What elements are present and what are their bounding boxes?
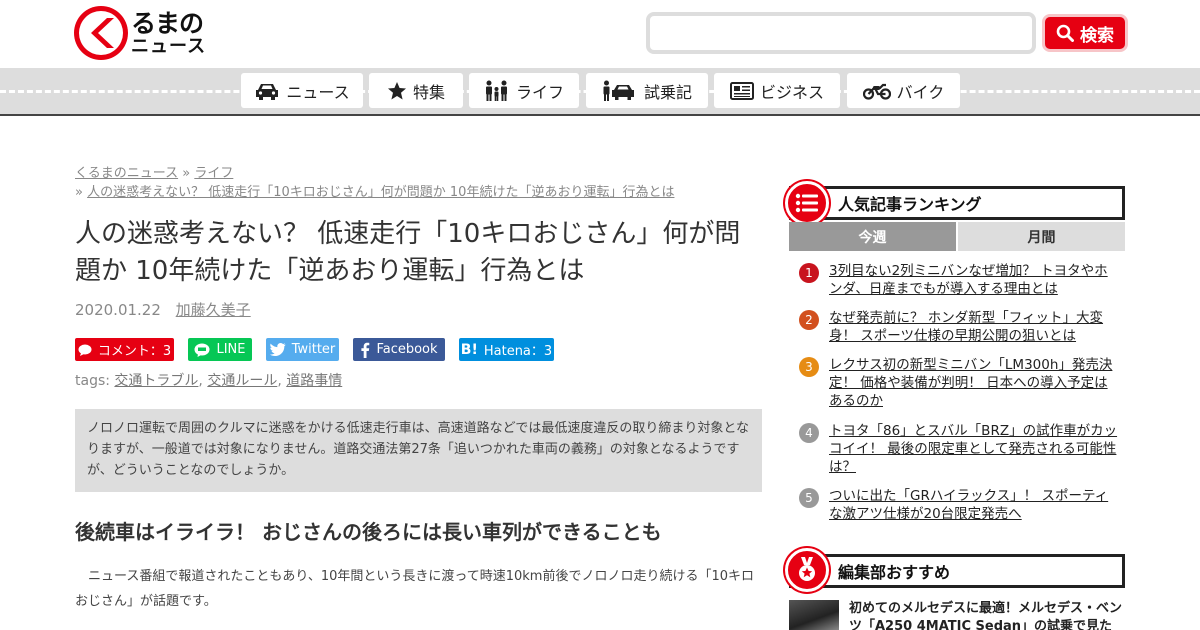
ranking-tabs: 今週 月間 [789,222,1125,251]
comment-button[interactable]: コメント：3 [75,338,174,361]
breadcrumb-separator-2: » [75,185,88,200]
line-icon [194,343,210,357]
hatena-icon: B! [460,341,478,358]
tag-link[interactable]: 交通ルール [207,373,277,389]
recommend-thumbnail[interactable] [789,600,839,630]
ranking-title: 人気記事ランキング [838,195,982,214]
search-box [646,12,1036,54]
article-body-paragraph: ニュース番組で報道されたこともあり、10年間という長きに渡って時速10km前後で… [75,569,754,609]
hatena-share-button[interactable]: B! Hatena：3 [459,338,554,361]
search-button[interactable]: 検索 [1042,14,1128,52]
article-date: 2020.01.22 [75,301,161,319]
logo-text-line1: るまの [131,8,204,38]
ranking-item[interactable]: 2 なぜ発売前に？ ホンダ新型「フィット」大変身！ スポーツ仕様の早期公開の狙い… [799,309,1125,345]
nav-item-bike[interactable]: バイク [847,73,960,108]
nav-label-testdrive: 試乗記 [643,82,692,102]
ranking-link[interactable]: レクサス初の新型ミニバン「LM300h」発売決定！ 価格や装備が判明！ 日本への… [829,356,1119,410]
article-meta: 2020.01.22 加藤久美子 [75,299,251,320]
hatena-share-label: Hatena：3 [483,344,553,359]
nav-label-business: ビジネス [759,82,824,102]
nav-item-testdrive[interactable]: 試乗記 [586,73,708,108]
rank-number: 4 [799,423,819,443]
nav-item-business[interactable]: ビジネス [714,73,840,108]
rank-number: 5 [799,488,819,508]
ranking-item[interactable]: 5 ついに出た「GRハイラックス」！ スポーティな激アツ仕様が20台限定発売へ [799,487,1125,523]
nav-label-life: ライフ [515,82,564,102]
main-nav: ニュース 特集 ライフ 試乗記 ビジネス バイク [0,68,1200,116]
site-header: るまの ニュース 検索 [0,0,1200,68]
facebook-share-label: Facebook [376,342,438,357]
site-logo[interactable]: るまの ニュース [74,6,206,60]
nav-label-news: ニュース [286,82,350,102]
section-heading: 後続車はイライラ！ おじさんの後ろには長い車列ができることも [75,520,662,544]
search-input[interactable] [650,16,1032,50]
twitter-bird-icon [269,343,286,356]
article-lead: ノロノロ運転で周囲のクルマに迷惑をかける低速走行車は、高速道路などでは最低速度違… [75,409,762,492]
breadcrumb: くるまのニュース » ライフ » 人の迷惑考えない？ 低速走行「10キロおじさん… [75,164,765,202]
nav-item-feature[interactable]: 特集 [369,73,463,108]
rank-number: 3 [799,357,819,377]
tag-link[interactable]: 交通トラブル [114,373,198,389]
list-icon [785,181,829,225]
breadcrumb-category[interactable]: ライフ [194,166,233,181]
recommend-title: 編集部おすすめ [838,563,951,582]
motorcycle-icon [862,83,891,100]
article-author[interactable]: 加藤久美子 [176,301,251,319]
logo-text-line2: ニュース [131,35,207,57]
recommend-link[interactable]: 初めてのメルセデスに最適！メルセデス・ベンツ「A250 4MATIC Sedan… [849,600,1125,630]
nav-item-news[interactable]: ニュース [241,73,363,108]
ranking-item[interactable]: 3 レクサス初の新型ミニバン「LM300h」発売決定！ 価格や装備が判明！ 日本… [799,356,1125,410]
tag-link[interactable]: 道路事情 [286,373,342,389]
speech-bubble-icon [78,344,92,356]
search-icon [1056,24,1074,42]
recommend-header: 編集部おすすめ [789,554,1125,588]
person-car-icon [603,80,634,101]
ranking-item[interactable]: 1 3列目ない2列ミニバンなぜ増加？ トヨタやホンダ、日産までもが導入する理由と… [799,262,1125,298]
twitter-share-button[interactable]: Twitter [266,338,339,361]
recommend-item[interactable]: 初めてのメルセデスに最適！メルセデス・ベンツ「A250 4MATIC Sedan… [789,600,1125,630]
rank-number: 1 [799,263,819,283]
article-title: 人の迷惑考えない？ 低速走行「10キロおじさん」何が問題か 10年続けた「逆あお… [75,219,741,286]
newspaper-icon [729,81,754,100]
ranking-link[interactable]: トヨタ「86」とスバル「BRZ」の試作車がカッコイイ！ 最後の限定車として発売さ… [829,422,1119,476]
comment-button-label: コメント：3 [97,344,172,359]
ranking-item[interactable]: 4 トヨタ「86」とスバル「BRZ」の試作車がカッコイイ！ 最後の限定車として発… [799,422,1125,476]
breadcrumb-home[interactable]: くるまのニュース [75,166,178,181]
medal-icon [785,548,829,592]
twitter-share-label: Twitter [291,342,336,357]
line-share-button[interactable]: LINE [188,338,252,361]
line-share-label: LINE [216,342,246,357]
nav-item-life[interactable]: ライフ [469,73,579,108]
tags-label: tags: [75,373,110,389]
star-icon [387,81,406,99]
facebook-share-button[interactable]: Facebook [353,338,445,361]
ranking-link[interactable]: ついに出た「GRハイラックス」！ スポーティな激アツ仕様が20台限定発売へ [829,487,1119,523]
ranking-link[interactable]: なぜ発売前に？ ホンダ新型「フィット」大変身！ スポーツ仕様の早期公開の狙いとは [829,309,1119,345]
tab-monthly[interactable]: 月間 [958,222,1125,251]
ranking-header: 人気記事ランキング [789,186,1125,220]
tab-weekly[interactable]: 今週 [789,222,956,251]
logo-mark [74,6,128,60]
nav-label-bike: バイク [896,82,945,102]
facebook-icon [361,342,370,358]
rank-number: 2 [799,310,819,330]
article-tags: tags: 交通トラブル, 交通ルール, 道路事情 [75,373,343,389]
search-button-label: 検索 [1080,25,1114,46]
ranking-link[interactable]: 3列目ない2列ミニバンなぜ増加？ トヨタやホンダ、日産までもが導入する理由とは [829,262,1119,298]
breadcrumb-current[interactable]: 人の迷惑考えない？ 低速走行「10キロおじさん」何が問題か 10年続けた「逆あお… [87,185,674,200]
nav-label-feature: 特集 [412,82,445,102]
car-icon [256,83,279,100]
family-icon [485,80,507,101]
breadcrumb-separator: » [178,166,195,181]
